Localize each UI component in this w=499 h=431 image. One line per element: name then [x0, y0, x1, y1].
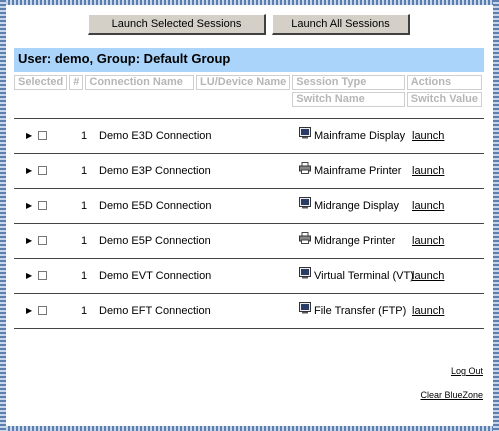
monitor-icon	[299, 127, 311, 139]
session-row: ▶ 1 Demo E3D Connection Mainframe Displa…	[14, 118, 484, 153]
launch-link[interactable]: launch	[412, 235, 444, 247]
launch-link[interactable]: launch	[412, 270, 444, 282]
session-manager-panel: Launch Selected Sessions Launch All Sess…	[14, 14, 484, 329]
launch-all-button[interactable]: Launch All Sessions	[272, 14, 410, 35]
connection-name: Demo E3D Connection	[99, 130, 212, 142]
window-border-top	[0, 0, 499, 5]
window-border-bottom	[0, 426, 499, 431]
col-connection-name: Connection Name	[85, 75, 195, 90]
session-checkbox[interactable]	[38, 271, 47, 280]
col-switch-value: Switch Value	[406, 92, 482, 107]
monitor-icon	[299, 267, 311, 279]
session-list: ▶ 1 Demo E3D Connection Mainframe Displa…	[14, 118, 484, 329]
col-number: #	[69, 75, 84, 90]
col-session-type: Session Type	[292, 75, 405, 90]
expand-arrow-icon[interactable]: ▶	[26, 236, 32, 245]
session-number: 1	[81, 270, 88, 282]
session-number: 1	[81, 165, 88, 177]
session-row: ▶ 1 Demo E5D Connection Midrange Display…	[14, 188, 484, 223]
connection-name: Demo EVT Connection	[99, 270, 212, 282]
session-checkbox[interactable]	[38, 306, 47, 315]
launch-selected-button[interactable]: Launch Selected Sessions	[88, 14, 266, 35]
expand-arrow-icon[interactable]: ▶	[26, 131, 32, 140]
session-type: Midrange Display	[314, 200, 399, 212]
session-checkbox[interactable]	[38, 201, 47, 210]
printer-icon	[299, 162, 311, 174]
session-number: 1	[81, 130, 88, 142]
session-number: 1	[81, 200, 88, 212]
session-number: 1	[81, 305, 88, 317]
monitor-icon	[299, 302, 311, 314]
connection-name: Demo E3P Connection	[99, 165, 211, 177]
logout-link[interactable]: Log Out	[451, 366, 483, 376]
column-headers: Selected # Connection Name LU/Device Nam…	[12, 73, 484, 109]
session-type: Mainframe Printer	[314, 165, 402, 177]
session-type: File Transfer (FTP)	[314, 305, 407, 317]
expand-arrow-icon[interactable]: ▶	[26, 166, 32, 175]
session-number: 1	[81, 235, 88, 247]
launch-link[interactable]: launch	[412, 305, 444, 317]
col-lu-device-name: LU/Device Name	[196, 75, 291, 90]
launch-link[interactable]: launch	[412, 165, 444, 177]
session-row: ▶ 1 Demo E5P Connection Midrange Printer…	[14, 223, 484, 258]
session-type: Mainframe Display	[314, 130, 406, 142]
session-row: ▶ 1 Demo EFT Connection File Transfer (F…	[14, 293, 484, 328]
expand-arrow-icon[interactable]: ▶	[26, 201, 32, 210]
window-border-left	[0, 0, 6, 431]
session-row: ▶ 1 Demo EVT Connection Virtual Terminal…	[14, 258, 484, 293]
session-checkbox[interactable]	[38, 131, 47, 140]
session-type: Virtual Terminal (VT)	[314, 270, 414, 282]
session-type: Midrange Printer	[314, 235, 396, 247]
monitor-icon	[299, 197, 311, 209]
connection-name: Demo EFT Connection	[99, 305, 211, 317]
col-actions: Actions	[406, 75, 482, 90]
group-header: User: demo, Group: Default Group	[14, 48, 484, 72]
printer-icon	[299, 232, 311, 244]
col-switch-name: Switch Name	[292, 92, 405, 107]
connection-name: Demo E5P Connection	[99, 235, 211, 247]
window-border-right	[493, 0, 499, 431]
list-divider	[14, 328, 484, 329]
session-row: ▶ 1 Demo E3P Connection Mainframe Printe…	[14, 153, 484, 188]
toolbar: Launch Selected Sessions Launch All Sess…	[14, 14, 484, 36]
launch-link[interactable]: launch	[412, 200, 444, 212]
col-selected: Selected	[14, 75, 68, 90]
clear-bluezone-link[interactable]: Clear BlueZone	[420, 390, 483, 400]
session-checkbox[interactable]	[38, 166, 47, 175]
launch-link[interactable]: launch	[412, 130, 444, 142]
expand-arrow-icon[interactable]: ▶	[26, 271, 32, 280]
session-checkbox[interactable]	[38, 236, 47, 245]
connection-name: Demo E5D Connection	[99, 200, 212, 212]
expand-arrow-icon[interactable]: ▶	[26, 306, 32, 315]
